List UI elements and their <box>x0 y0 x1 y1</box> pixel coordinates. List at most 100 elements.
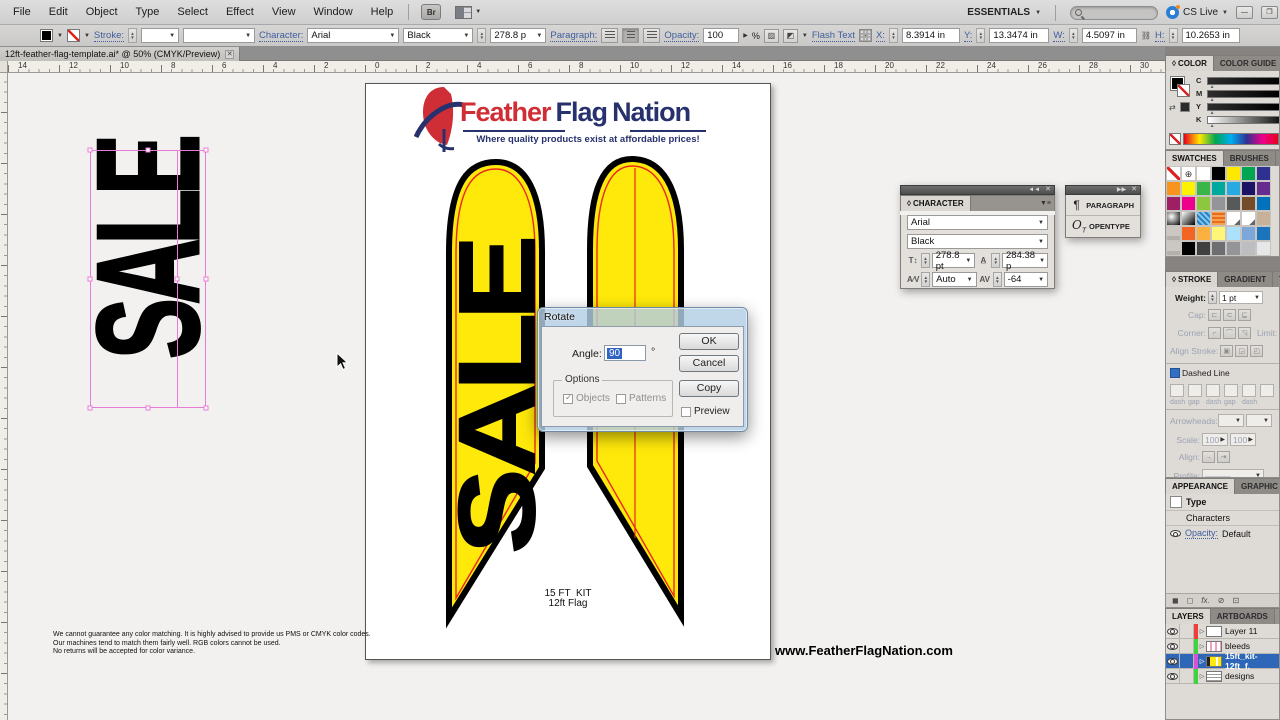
x-link[interactable]: X: <box>876 30 885 42</box>
y-stepper[interactable]: ▲▼ <box>976 28 985 43</box>
arrange-documents-button[interactable]: ▼ <box>455 6 481 19</box>
character-link[interactable]: Character: <box>259 30 303 42</box>
swap-colors-icon[interactable]: ⇄ <box>1169 103 1176 112</box>
search-input[interactable] <box>1070 6 1158 20</box>
menu-window[interactable]: Window <box>305 0 362 25</box>
swatch[interactable] <box>1256 241 1271 256</box>
y-input[interactable]: 13.3474 in <box>989 28 1049 43</box>
h-input[interactable]: 10.2653 in <box>1182 28 1240 43</box>
h-stepper[interactable]: ▲▼ <box>1169 28 1178 43</box>
color-slider-y[interactable]: Y▲ <box>1192 100 1280 113</box>
align-inside-button[interactable]: ◲ <box>1235 345 1248 357</box>
swatch[interactable] <box>1241 211 1256 226</box>
align-outside-button[interactable]: ◰ <box>1250 345 1263 357</box>
tracking-stepper[interactable]: ▲▼ <box>993 272 1002 287</box>
stroke-color-swatch[interactable] <box>67 29 80 42</box>
lock-cell[interactable] <box>1180 639 1194 654</box>
flash-text-link[interactable]: Flash Text <box>812 30 855 42</box>
selection-handle[interactable] <box>146 406 151 411</box>
swatch[interactable] <box>1166 166 1181 181</box>
x-input[interactable]: 8.3914 in <box>902 28 960 43</box>
panel-menu-icon[interactable]: ▼≡ <box>1037 196 1054 211</box>
butt-cap-button[interactable]: ⊏ <box>1208 309 1221 321</box>
tab-color-guide[interactable]: COLOR GUIDE <box>1214 56 1280 71</box>
selection-handle[interactable] <box>204 406 209 411</box>
close-icon[interactable]: ✕ <box>225 50 234 59</box>
swatch[interactable] <box>1226 241 1241 256</box>
visibility-eye-icon[interactable] <box>1167 643 1178 650</box>
visibility-eye-icon[interactable] <box>1170 530 1181 537</box>
swatch[interactable]: ⊕ <box>1181 166 1196 181</box>
align-arrow-end-button[interactable]: ⇥ <box>1217 451 1230 463</box>
font-size-dropdown[interactable]: 278.8 p▼ <box>490 28 546 43</box>
reference-point-selector[interactable] <box>859 29 872 42</box>
stroke-link[interactable]: Stroke: <box>94 30 124 42</box>
appearance-row-type[interactable]: Type <box>1166 494 1279 511</box>
menu-effect[interactable]: Effect <box>217 0 263 25</box>
font-style-dropdown[interactable]: Black▼ <box>403 28 473 43</box>
new-fill-icon[interactable]: ◻ <box>1187 596 1194 605</box>
panel-drag-bar[interactable]: ▶▶ ✕ <box>1065 185 1141 195</box>
tab-graphic-styles[interactable]: GRAPHIC STYLES <box>1235 479 1280 494</box>
projecting-cap-button[interactable]: ⊑ <box>1238 309 1251 321</box>
patterns-checkbox[interactable]: Patterns <box>616 393 666 404</box>
expand-arrow-icon[interactable]: ▷ <box>1198 673 1206 680</box>
round-cap-button[interactable]: ⊂ <box>1223 309 1236 321</box>
round-join-button[interactable]: ⌒ <box>1223 327 1236 339</box>
swatch[interactable] <box>1226 166 1241 181</box>
swatch[interactable] <box>1196 241 1211 256</box>
scale-start-input[interactable]: 100▶ <box>1202 433 1228 446</box>
swatch[interactable] <box>1211 166 1226 181</box>
swatch[interactable] <box>1211 181 1226 196</box>
selection-handle[interactable] <box>146 148 151 153</box>
swatch[interactable] <box>1226 211 1241 226</box>
font-family-dropdown[interactable]: Arial▼ <box>907 215 1048 230</box>
w-link[interactable]: W: <box>1053 30 1064 42</box>
channel-slider-bar[interactable]: ▲ <box>1207 116 1280 124</box>
menu-help[interactable]: Help <box>362 0 403 25</box>
swatch[interactable] <box>1196 196 1211 211</box>
lock-cell[interactable] <box>1180 654 1194 669</box>
align-left-button[interactable] <box>601 28 618 43</box>
tab-appearance[interactable]: APPEARANCE <box>1166 479 1235 494</box>
appearance-row-characters[interactable]: Characters <box>1166 511 1279 526</box>
opentype-panel-button[interactable]: OT OPENTYPE <box>1066 216 1140 237</box>
swatch[interactable] <box>1256 226 1271 241</box>
x-stepper[interactable]: ▲▼ <box>889 28 898 43</box>
layer-name[interactable]: bleeds <box>1225 641 1250 651</box>
swatch[interactable] <box>1226 196 1241 211</box>
swatch[interactable] <box>1256 181 1271 196</box>
tab-brushes[interactable]: BRUSHES <box>1224 151 1276 166</box>
layer-name[interactable]: Layer 11 <box>1225 626 1257 636</box>
visibility-eye-icon[interactable] <box>1167 658 1178 665</box>
swatch[interactable] <box>1196 181 1211 196</box>
color-slider-m[interactable]: M▲ <box>1192 87 1280 100</box>
menu-type[interactable]: Type <box>127 0 169 25</box>
expand-arrow-icon[interactable]: ▷ <box>1198 658 1206 665</box>
color-group-folder-icon[interactable] <box>1166 226 1181 241</box>
tab-layers[interactable]: LAYERS <box>1166 609 1211 624</box>
swatch[interactable] <box>1181 181 1196 196</box>
close-icon[interactable]: ✕ <box>1131 187 1137 193</box>
align-arrow-tip-button[interactable]: → <box>1202 451 1215 463</box>
opacity-input[interactable]: 100 <box>703 28 739 43</box>
document-tab[interactable]: 12ft-feather-flag-template.ai* @ 50% (CM… <box>0 47 240 61</box>
stroke-proxy[interactable] <box>1177 84 1190 97</box>
selection-handle[interactable] <box>88 148 93 153</box>
visibility-eye-icon[interactable] <box>1167 628 1178 635</box>
link-dimensions-icon[interactable]: ⛓ <box>1141 31 1151 40</box>
align-center-button[interactable]: ▣ <box>1220 345 1233 357</box>
menu-file[interactable]: File <box>4 0 40 25</box>
duplicate-item-icon[interactable]: ⊡ <box>1232 596 1239 605</box>
copy-button[interactable]: Copy <box>679 380 739 397</box>
h-link[interactable]: H: <box>1155 30 1165 42</box>
swatch[interactable] <box>1241 166 1256 181</box>
panel-drag-bar[interactable]: ◄◄ ✕ <box>900 185 1055 195</box>
layer-row[interactable]: ▷ Layer 11 <box>1166 624 1279 639</box>
menu-select[interactable]: Select <box>168 0 217 25</box>
flag-sale-text[interactable]: SALE <box>456 212 538 584</box>
swatch[interactable] <box>1241 241 1256 256</box>
w-stepper[interactable]: ▲▼ <box>1069 28 1078 43</box>
channel-slider-bar[interactable]: ▲ <box>1207 90 1280 98</box>
swatch[interactable] <box>1166 181 1181 196</box>
